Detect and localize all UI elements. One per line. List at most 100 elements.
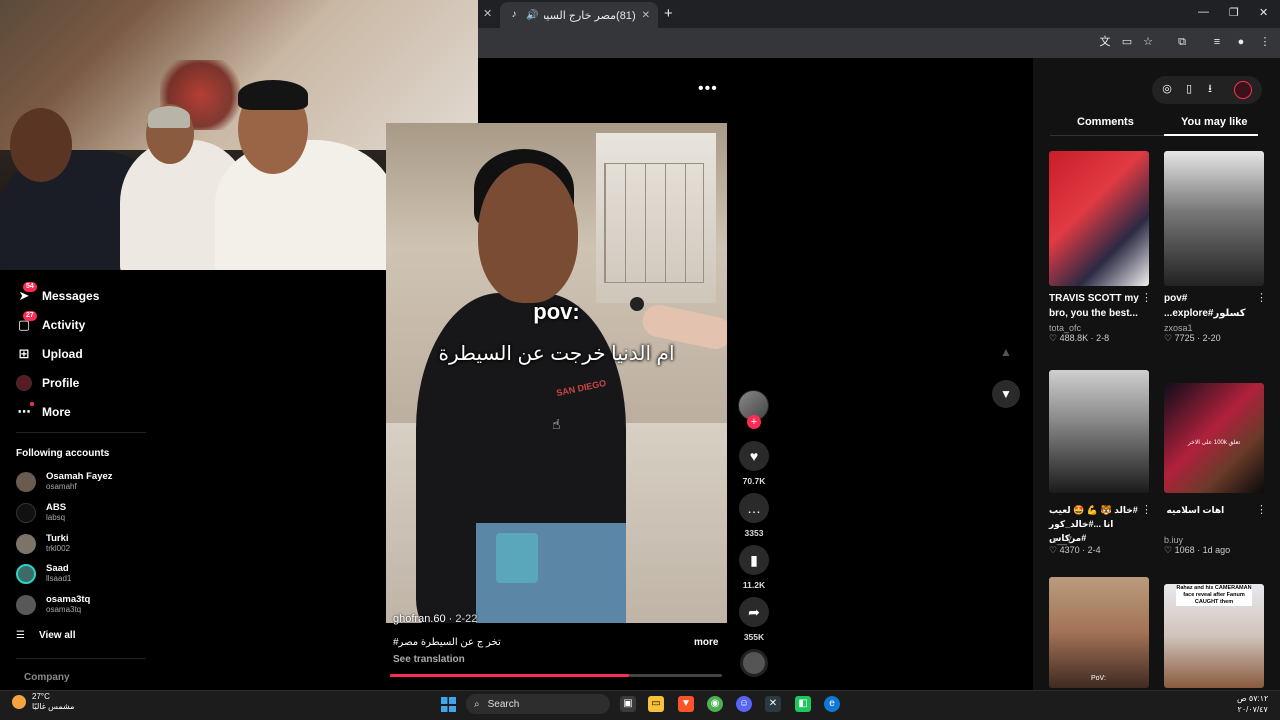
avatar <box>16 594 36 615</box>
video-author[interactable]: ghofran.60 · 2-22 <box>393 613 477 625</box>
sidebar-item-label: More <box>42 405 71 419</box>
bookmark-icon: ▮ <box>750 552 758 568</box>
sidebar-item-more[interactable]: ⋯ More <box>16 401 71 423</box>
task-view-icon[interactable]: ▣ <box>620 696 636 712</box>
kebab-icon[interactable]: ⋮ <box>1256 291 1267 304</box>
extensions-icon[interactable]: ⧉ <box>1175 35 1189 49</box>
view-all-link[interactable]: ☰ View all <box>16 630 75 641</box>
browser-tab-active[interactable]: ♪ 🔊 (81)مصر خارج السيطرة! إيمو ✕ <box>500 2 658 28</box>
share-icon: ➦ <box>748 604 760 620</box>
divider <box>16 432 146 433</box>
previous-video-button[interactable]: ▲ <box>992 338 1020 366</box>
compass-icon[interactable]: ◎ <box>1160 82 1174 96</box>
following-account-item[interactable]: Saad llsaad1 <box>16 563 71 584</box>
search-label: Search <box>487 698 520 710</box>
tab-active-indicator <box>1164 134 1258 136</box>
following-accounts-title: Following accounts <box>16 448 110 459</box>
card-title[interactable]: TRAVIS SCOTT my bro, you the best... <box>1049 291 1149 321</box>
card-title[interactable]: اهات اسلاميه ‎‏‏‏‏‏‏‏‏‏‏‏‏‏‏‏‏‏‏‏‏‏‏‏‏‏‏… <box>1164 503 1264 531</box>
cast-icon[interactable]: ▭ <box>1120 35 1134 49</box>
video-thumbnail[interactable] <box>1049 370 1149 493</box>
clock-date: ٢٠/٠٧/٤٧ <box>1237 705 1268 714</box>
comment-count: 3353 <box>744 528 764 538</box>
chrome-icon[interactable]: ◉ <box>707 696 723 712</box>
media-icon[interactable]: ≡ <box>1210 35 1224 49</box>
kebab-icon[interactable]: ⋮ <box>1141 291 1152 304</box>
close-icon[interactable]: ✕ <box>483 7 492 20</box>
app-icon[interactable]: ✕ <box>765 696 781 712</box>
next-video-button[interactable]: ▼ <box>992 380 1020 408</box>
app-icon[interactable]: ◧ <box>795 696 811 712</box>
card-meta: zxosa1 ♡ 7725 · 2-20 <box>1164 323 1268 344</box>
comment-button[interactable]: … <box>739 493 769 523</box>
sidebar-item-profile[interactable]: Profile <box>16 372 79 394</box>
card-date: 1d ago <box>1202 545 1231 555</box>
video-overlay-pov: pov: <box>533 299 580 324</box>
card-title[interactable]: #pov كسلور#explore... <box>1164 291 1264 321</box>
like-button[interactable]: ♥ <box>739 441 769 471</box>
minimize-icon[interactable]: — <box>1198 6 1209 18</box>
video-thumbnail[interactable]: Rahaz and his CAMERAMAN face reveal afte… <box>1164 584 1264 688</box>
kebab-icon[interactable]: ⋮ <box>1256 503 1267 516</box>
phone-icon[interactable]: ▯ <box>1182 82 1196 96</box>
close-window-icon[interactable]: ✕ <box>1259 6 1268 19</box>
video-thumbnail[interactable] <box>1049 151 1149 286</box>
sun-icon <box>12 695 26 709</box>
card-likes: 1068 <box>1174 545 1195 555</box>
company-link[interactable]: Company <box>24 672 70 683</box>
taskbar-search[interactable]: ⌕ Search <box>466 694 610 714</box>
speaker-icon[interactable]: 🔊 <box>526 10 538 21</box>
card-user[interactable]: b.iuy <box>1164 535 1268 545</box>
close-icon[interactable]: ✕ <box>642 10 650 21</box>
video-thumbnail[interactable]: PoV: <box>1049 577 1149 688</box>
new-tab-button[interactable]: + <box>664 5 673 22</box>
video-thumbnail[interactable]: تعلق 100k على الاخر <box>1164 383 1264 493</box>
menu-icon[interactable]: ⋮ <box>1258 35 1272 49</box>
following-account-item[interactable]: osama3tq osama3tq <box>16 594 90 615</box>
share-button[interactable]: ➦ <box>739 597 769 627</box>
star-icon[interactable]: ☆ <box>1141 35 1155 49</box>
windows-start-icon[interactable] <box>441 697 456 712</box>
card-user[interactable]: zxosa1 <box>1164 323 1268 333</box>
plus-square-icon: ⊞ <box>18 346 30 361</box>
card-user[interactable]: ..r__7 <box>1049 535 1153 545</box>
following-account-item[interactable]: Osamah Fayez osamahf <box>16 471 113 492</box>
sidebar-item-upload[interactable]: ⊞ Upload <box>16 343 83 365</box>
account-icon[interactable]: ● <box>1234 35 1248 49</box>
tab-title: (81)مصر خارج السيطرة! إيمو <box>544 9 636 22</box>
kebab-icon[interactable]: ⋮ <box>1141 503 1152 516</box>
more-button[interactable]: more <box>694 637 718 648</box>
save-button[interactable]: ▮ <box>739 545 769 575</box>
edge-icon[interactable]: e <box>824 696 840 712</box>
following-account-item[interactable]: ABS labsq <box>16 502 66 523</box>
see-translation-link[interactable]: See translation <box>393 654 465 665</box>
restore-icon[interactable]: ❐ <box>1229 6 1239 19</box>
account-name: Saad <box>46 563 69 574</box>
music-disc-icon[interactable] <box>740 649 768 677</box>
sidebar-item-messages[interactable]: ➤ 54 Messages <box>16 282 99 307</box>
account-name: Turki <box>46 533 69 544</box>
avatar <box>16 471 36 492</box>
follow-plus-icon[interactable]: + <box>747 415 761 429</box>
tab-you-may-like[interactable]: You may like <box>1181 116 1247 128</box>
account-handle: llsaad1 <box>46 574 72 583</box>
discord-icon[interactable]: ☺ <box>736 696 752 712</box>
file-explorer-icon[interactable]: ▭ <box>648 696 664 712</box>
translate-icon[interactable]: 文 <box>1098 35 1112 49</box>
following-account-item[interactable]: Turki trkl002 <box>16 533 70 554</box>
card-likes: 7725 <box>1174 333 1195 343</box>
more-options-icon[interactable]: ••• <box>698 80 718 98</box>
user-avatar[interactable] <box>1234 81 1252 99</box>
brave-icon[interactable]: ▼ <box>678 696 694 712</box>
card-meta: tota_ofc ♡ 488.8K · 2-8 <box>1049 323 1153 344</box>
weather-widget[interactable]: 27°C مشمس غالبًا <box>12 692 74 712</box>
sidebar-item-activity[interactable]: ▢ 27 Activity <box>16 311 85 336</box>
download-icon[interactable]: ⭳ <box>1203 82 1217 96</box>
tab-comments[interactable]: Comments <box>1077 116 1134 128</box>
account-handle: trkl002 <box>46 544 71 553</box>
video-thumbnail[interactable] <box>1164 151 1264 286</box>
card-user[interactable]: tota_ofc <box>1049 323 1153 333</box>
thumbnail-text: PoV: <box>1091 675 1106 682</box>
video-player[interactable]: SAN DIEGO pov: ام الدنيا خرجت عن السيطرة <box>386 123 727 623</box>
system-clock[interactable]: ٥٧:١٢ ص ٢٠/٠٧/٤٧ <box>1237 693 1268 715</box>
